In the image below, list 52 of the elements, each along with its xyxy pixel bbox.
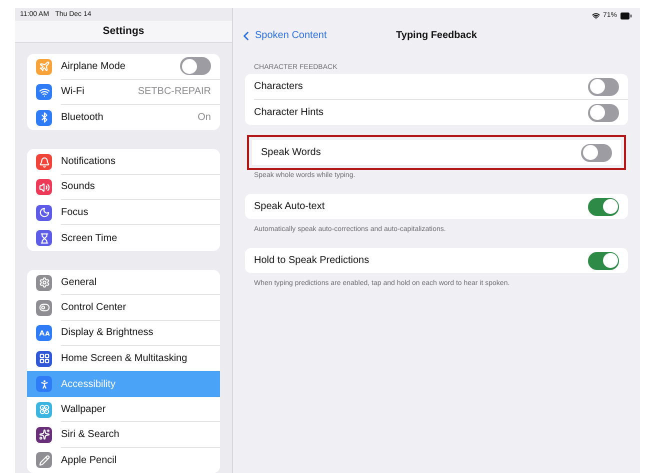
- toggle-switch[interactable]: [588, 198, 619, 216]
- wifi-icon: [592, 12, 600, 20]
- sidebar-label: Focus: [61, 206, 88, 218]
- setting-label: Speak Auto-text: [254, 201, 325, 212]
- sidebar-item[interactable]: Airplane Mode: [27, 54, 220, 80]
- wifi-icon: [36, 84, 52, 100]
- sidebar-label: Screen Time: [61, 232, 118, 244]
- toggle-switch[interactable]: [588, 252, 619, 270]
- sidebar-item[interactable]: General: [27, 270, 220, 296]
- accessibility-icon: [36, 376, 52, 392]
- sidebar-label: Sounds: [61, 181, 95, 192]
- sidebar-label: Accessibility: [61, 378, 116, 390]
- toggle-switch[interactable]: [588, 78, 619, 96]
- sounds-icon: [36, 179, 52, 196]
- setting-label: Hold to Speak Predictions: [254, 255, 370, 266]
- sidebar-label: Siri & Search: [61, 428, 120, 440]
- airplane-icon: [36, 58, 52, 75]
- toggle-switch[interactable]: [581, 144, 612, 162]
- wallpaper-icon: [36, 402, 52, 418]
- sidebar-label: Control Center: [61, 302, 126, 313]
- general-icon: [36, 274, 52, 291]
- homescreen-icon: [36, 350, 52, 367]
- sidebar-label: Wi-Fi: [61, 86, 84, 98]
- notifications-icon: [36, 154, 52, 170]
- pencil-icon: [36, 452, 52, 468]
- setting-value: On: [198, 112, 211, 124]
- focus-icon: [36, 204, 52, 221]
- sidebar-item[interactable]: Apple Pencil: [27, 448, 220, 473]
- page-title: Typing Feedback: [395, 30, 478, 41]
- controlcenter-icon: [36, 300, 52, 316]
- sidebar-label: Display & Brightness: [61, 327, 154, 338]
- sidebar-label: Home Screen & Multitasking: [61, 353, 188, 364]
- screentime-icon: [36, 230, 52, 246]
- setting-label: Characters: [254, 81, 303, 92]
- sidebar-label: Wallpaper: [61, 404, 106, 415]
- sidebar-header: Settings: [15, 20, 232, 44]
- sidebar-label: Apple Pencil: [61, 454, 117, 466]
- setting-value: SETBC-REPAIR: [138, 86, 211, 98]
- sidebar-label: General: [61, 276, 97, 288]
- bluetooth-icon: [36, 110, 52, 126]
- toggle-switch[interactable]: [588, 104, 619, 122]
- battery-icon: [620, 10, 632, 22]
- back-link[interactable]: Spoken Content: [239, 28, 327, 42]
- siri-icon: [36, 426, 52, 443]
- sidebar-label: Airplane Mode: [61, 60, 126, 72]
- sidebar-label: Bluetooth: [61, 112, 104, 124]
- display-icon: [36, 325, 52, 342]
- sidebar-item[interactable]: Notifications: [27, 149, 220, 175]
- setting-label: Character Hints: [254, 107, 324, 118]
- toggle-switch[interactable]: [180, 57, 211, 76]
- setting-label: Speak Words: [261, 147, 321, 158]
- sidebar-label: Notifications: [61, 156, 116, 167]
